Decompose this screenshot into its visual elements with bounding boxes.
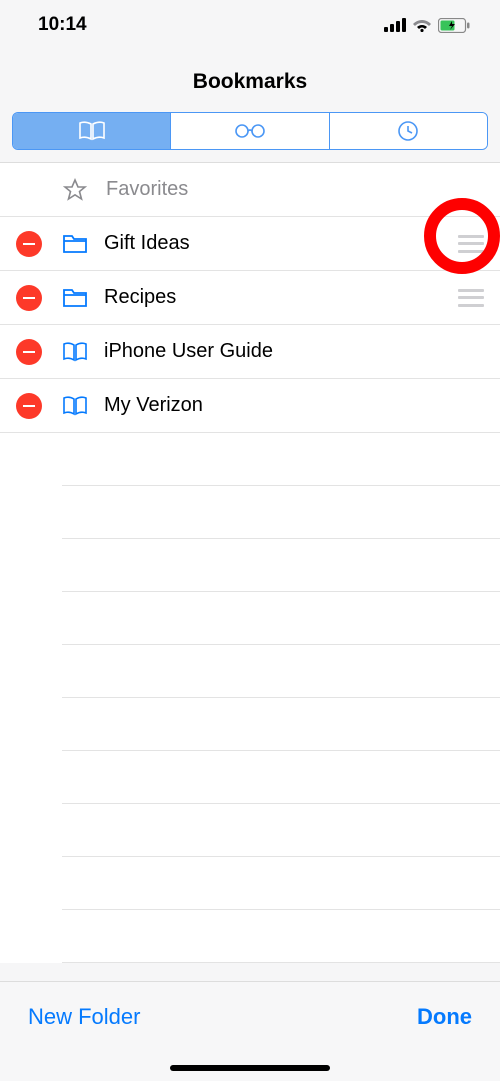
folder-row[interactable]: Gift Ideas — [0, 217, 500, 271]
wifi-icon — [412, 18, 432, 32]
bookmark-row[interactable]: My Verizon — [0, 379, 500, 433]
row-label: Gift Ideas — [104, 232, 458, 255]
status-icons — [384, 18, 470, 33]
tab-bookmarks[interactable] — [13, 113, 171, 149]
tab-reading-list[interactable] — [171, 113, 329, 149]
home-indicator[interactable] — [170, 1065, 330, 1071]
new-folder-button[interactable]: New Folder — [28, 1004, 140, 1030]
drag-handle[interactable] — [458, 235, 484, 253]
status-time: 10:14 — [38, 14, 87, 36]
delete-button[interactable] — [16, 285, 42, 311]
done-button[interactable]: Done — [417, 1004, 472, 1030]
row-label: Recipes — [104, 286, 458, 309]
row-label: iPhone User Guide — [104, 340, 484, 363]
favorites-row[interactable]: Favorites — [0, 163, 500, 217]
folder-icon — [62, 285, 88, 311]
clock-icon — [397, 120, 419, 142]
star-icon — [62, 177, 88, 203]
header: Bookmarks — [0, 50, 500, 112]
row-label: Favorites — [106, 178, 484, 201]
book-icon — [62, 339, 88, 365]
empty-rows — [62, 433, 500, 963]
folder-row[interactable]: Recipes — [0, 271, 500, 325]
battery-icon — [438, 18, 470, 33]
glasses-icon — [233, 123, 267, 139]
drag-handle[interactable] — [458, 289, 484, 307]
book-icon — [62, 393, 88, 419]
page-title: Bookmarks — [193, 70, 307, 93]
book-icon — [78, 121, 106, 141]
toolbar: New Folder Done — [0, 981, 500, 1081]
status-bar: 10:14 — [0, 0, 500, 50]
bookmark-row[interactable]: iPhone User Guide — [0, 325, 500, 379]
row-label: My Verizon — [104, 394, 484, 417]
delete-button[interactable] — [16, 231, 42, 257]
delete-button[interactable] — [16, 339, 42, 365]
delete-button[interactable] — [16, 393, 42, 419]
cellular-icon — [384, 18, 406, 32]
tab-history[interactable] — [330, 113, 487, 149]
bookmark-list: Favorites Gift Ideas Recipes iPhone User… — [0, 162, 500, 963]
segmented-control — [12, 112, 488, 150]
folder-icon — [62, 231, 88, 257]
